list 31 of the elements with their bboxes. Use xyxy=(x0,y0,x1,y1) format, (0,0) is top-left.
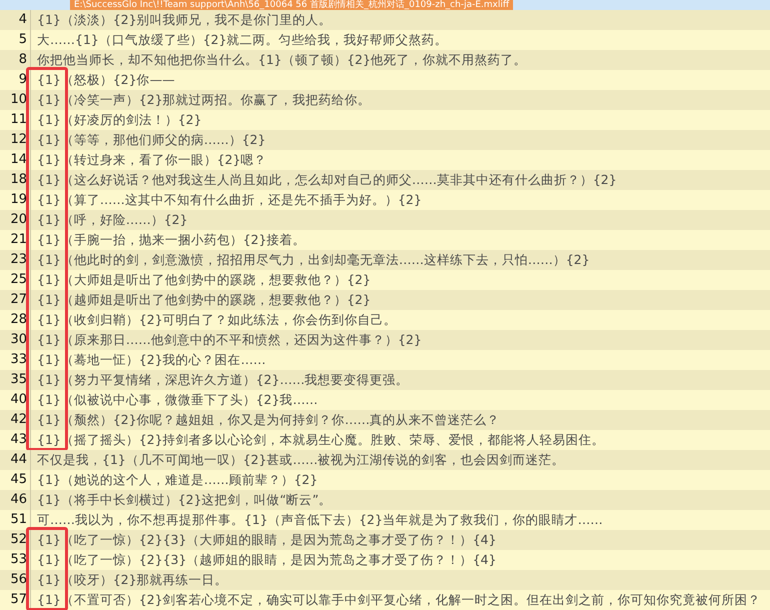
segment-text[interactable]: 可……我以为，你不想再提那件事。{1}（声音低下去）{2}当年就是为了救我们，你的眼睛才…… xyxy=(37,510,603,530)
segment-text[interactable]: {1}（似被说中心事，微微垂下了头）{2}我…… xyxy=(37,390,318,410)
segment-text[interactable]: {1}（越师姐是听出了他剑势中的蹊跷，想要救他？）{2} xyxy=(37,290,371,310)
line-number: 57 xyxy=(0,590,31,610)
segment-text[interactable]: {1}（收剑归鞘）{2}可明白了？如此练法，你会伤到你自己。 xyxy=(37,310,397,330)
segment-text[interactable]: {1}（大师姐是听出了他剑势中的蹊跷，想要救他？）{2} xyxy=(37,270,371,290)
segment-text[interactable]: {1}（这么好说话？他对我这生人尚且如此，怎么却对自己的师父……莫非其中还有什么曲折？）{2} xyxy=(37,170,617,190)
segment-text[interactable]: {1}（她说的这个人，难道是……顾前辈？）{2} xyxy=(37,470,318,490)
segment-text[interactable]: {1}（努力平复情绪，深思许久方道）{2}……我想要变得更强。 xyxy=(37,370,409,390)
segment-text[interactable]: {1}（原来那日……他剑意中的不平和愤然，还因为这件事？）{2} xyxy=(37,330,422,350)
segment-text[interactable]: {1}（等等，那他们师父的病……）{2} xyxy=(37,130,266,150)
segment-text[interactable]: {1}（颓然）{2}你呢？越姐姐，你又是为何持剑？你……真的从来不曾迷茫么？ xyxy=(37,410,500,430)
segment-text[interactable]: {1}（不置可否）{2}剑客若心境不定，确实可以靠手中剑平复心绪，化解一时之困。但在出剑之前，你可知你究竟被何所困？ xyxy=(37,590,761,610)
segment-text[interactable]: {1}（手腕一抬，抛来一捆小药包）{2}接着。 xyxy=(37,230,306,250)
segment-text[interactable]: {1}（将手中长剑横过）{2}这把剑，叫做“断云”。 xyxy=(37,490,332,510)
segment-text[interactable]: 大……{1}（口气放缓了些）{2}就二两。匀些给我，我好帮师父熬药。 xyxy=(37,30,448,50)
segment-text[interactable]: {1}（算了……这其中不知有什么曲折，还是先不插手为好。）{2} xyxy=(37,190,422,210)
segment-text[interactable]: {1}（好凌厉的剑法！）{2} xyxy=(37,110,202,130)
segment-text[interactable]: 你把他当师长，却不知他把你当什么。{1}（顿了顿）{2}他死了，你就不用熬药了。 xyxy=(37,50,527,70)
segment-text[interactable]: {1}（怒极）{2}你—— xyxy=(37,70,175,90)
segment-text[interactable]: {1}（转过身来，看了你一眼）{2}嗯？ xyxy=(37,150,267,170)
segment-text[interactable]: {1}（冷笑一声）{2}那就过两招。你赢了，我把药给你。 xyxy=(37,90,371,110)
segment-text[interactable]: {1}（呼，好险……）{2} xyxy=(37,210,188,230)
segment-text[interactable]: {1}（他此时的剑，剑意激愤，招招用尽气力，出剑却毫无章法……这样练下去，只怕……）{2} xyxy=(37,250,590,270)
segment-text[interactable]: {1}（吃了一惊）{2}{3}（大师姐的眼睛，是因为荒岛之事才受了伤？！）{4} xyxy=(37,530,496,550)
segment-text[interactable]: 不仅是我，{1}（几不可闻地一叹）{2}甚或……被视为江湖传说的剑客，也会因剑而迷茫。 xyxy=(37,450,565,470)
segment-text[interactable]: {1}（淡淡）{2}别叫我师兄，我不是你门里的人。 xyxy=(37,10,332,30)
segment-text[interactable]: {1}（吃了一惊）{2}{3}（越师姐的眼睛，是因为荒岛之事才受了伤？！）{4} xyxy=(37,550,496,570)
segment-text[interactable]: {1}（蓦地一怔）{2}我的心？困在…… xyxy=(37,350,266,370)
segment-text[interactable]: {1}（摇了摇头）{2}持剑者多以心论剑，本就易生心魔。胜败、荣辱、爱恨，都能将人轻易困住。 xyxy=(37,430,605,450)
segment-text[interactable]: {1}（咬牙）{2}那就再练一日。 xyxy=(37,570,228,590)
